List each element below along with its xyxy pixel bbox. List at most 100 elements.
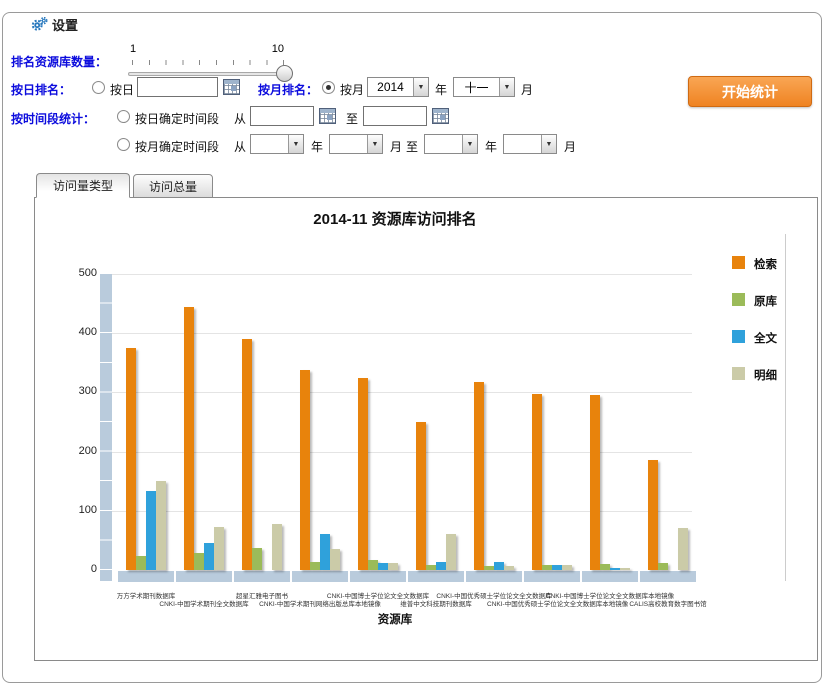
slider-track[interactable] [128, 72, 288, 76]
from-year-value [251, 135, 288, 153]
legend-swatch-全文 [732, 330, 745, 343]
bar-明细 [678, 528, 688, 570]
bar-全文 [378, 563, 388, 570]
tab-visit-type[interactable]: 访问量类型 [36, 173, 130, 198]
month-select-value: 十一 [454, 78, 499, 96]
legend-swatch-检索 [732, 256, 745, 269]
bar-明细 [504, 566, 514, 570]
y-tick-label: 100 [53, 504, 97, 516]
gridline [112, 333, 692, 334]
legend-label: 检索 [754, 256, 777, 272]
period-from-calendar-icon[interactable] [319, 108, 336, 124]
bar-全文 [610, 568, 620, 570]
bar-全文 [320, 534, 330, 570]
bar-明细 [156, 481, 166, 570]
groupbox-header: 设置 [25, 15, 84, 34]
by-day-radio-label[interactable]: 按日 [110, 81, 134, 98]
legend-swatch-明细 [732, 367, 745, 380]
year-unit-label: 年 [435, 81, 447, 98]
start-statistics-button[interactable]: 开始统计 [688, 76, 812, 107]
by-day-radio[interactable] [92, 81, 105, 94]
bar-明细 [272, 524, 282, 570]
period-stats-label: 按时间段统计： [11, 110, 95, 127]
y-tick-label: 300 [53, 385, 97, 397]
from-month-select[interactable]: ▼ [329, 134, 383, 154]
by-month-radio[interactable] [322, 81, 335, 94]
bar-明细 [388, 563, 398, 570]
y-axis-band [100, 274, 112, 581]
bar-明细 [330, 549, 340, 570]
x-category-label: CALIS高校教育数字图书馆 [603, 598, 733, 608]
to-year-select[interactable]: ▼ [424, 134, 478, 154]
slider-handle[interactable] [276, 65, 293, 82]
bar-原库 [542, 565, 552, 570]
period-from-date-input[interactable] [250, 106, 314, 126]
chevron-down-icon[interactable]: ▼ [541, 135, 556, 153]
period-by-month-radio-label[interactable]: 按月确定时间段 [135, 138, 219, 155]
gridline [112, 392, 692, 393]
bar-明细 [446, 534, 456, 570]
to-month-value [504, 135, 541, 153]
gridline [112, 274, 692, 275]
period-by-day-radio-label[interactable]: 按日确定时间段 [135, 110, 219, 127]
x-axis-band-segment [292, 571, 348, 582]
bar-检索 [300, 370, 310, 570]
year-select-value: 2014 [368, 78, 413, 96]
chevron-down-icon[interactable]: ▼ [413, 78, 428, 96]
chart-title: 2014-11 资源库访问排名 [35, 208, 755, 229]
bar-原库 [136, 556, 146, 570]
bar-全文 [552, 565, 562, 570]
to-month-select[interactable]: ▼ [503, 134, 557, 154]
gear-icon [31, 17, 48, 32]
daily-date-input[interactable] [137, 77, 218, 97]
bar-明细 [214, 527, 224, 570]
period-by-month-radio[interactable] [117, 138, 130, 151]
x-axis-band-segment [582, 571, 638, 582]
chevron-down-icon[interactable]: ▼ [462, 135, 477, 153]
chevron-down-icon[interactable]: ▼ [288, 135, 303, 153]
year-select[interactable]: 2014 ▼ [367, 77, 429, 97]
legend-label: 明细 [754, 367, 777, 383]
tab-visit-total[interactable]: 访问总量 [133, 174, 213, 198]
bar-原库 [310, 562, 320, 570]
to-year-value [425, 135, 462, 153]
period-to-calendar-icon[interactable] [432, 108, 449, 124]
from-year-select[interactable]: ▼ [250, 134, 304, 154]
to-label: 至 [346, 110, 358, 127]
bar-全文 [204, 543, 214, 570]
resource-count-label: 排名资源库数量： [11, 53, 107, 70]
bar-原库 [658, 563, 668, 570]
by-month-radio-label[interactable]: 按月 [340, 81, 364, 98]
settings-groupbox: 设置 排名资源库数量： 1 10 按日排名： 按日 按月排名： 按月 2014 … [2, 12, 822, 683]
bar-原库 [252, 548, 262, 570]
bar-全文 [436, 562, 446, 570]
period-by-day-radio[interactable] [117, 110, 130, 123]
bar-检索 [184, 307, 194, 570]
bar-全文 [146, 491, 156, 570]
period-to-date-input[interactable] [363, 106, 427, 126]
chevron-down-icon[interactable]: ▼ [367, 135, 382, 153]
y-tick-label: 400 [53, 326, 97, 338]
x-axis-title: 资源库 [35, 611, 755, 627]
chevron-down-icon[interactable]: ▼ [499, 78, 514, 96]
x-axis-band-segment [466, 571, 522, 582]
to-label: 至 [406, 138, 418, 155]
month-unit-label: 月 [564, 138, 576, 155]
x-axis-band-segment [350, 571, 406, 582]
bar-检索 [358, 378, 368, 570]
x-axis-band-segment [408, 571, 464, 582]
month-select[interactable]: 十一 ▼ [453, 77, 515, 97]
bar-检索 [648, 460, 658, 570]
monthly-rank-label: 按月排名： [258, 81, 318, 98]
y-tick-label: 0 [53, 563, 97, 575]
legend-swatch-原库 [732, 293, 745, 306]
bar-原库 [426, 565, 436, 570]
from-month-value [330, 135, 367, 153]
bar-检索 [416, 422, 426, 570]
bar-检索 [590, 395, 600, 570]
gridline [112, 511, 692, 512]
daily-date-calendar-icon[interactable] [223, 79, 240, 95]
slider-ticks [132, 60, 284, 65]
bar-原库 [194, 553, 204, 570]
bar-检索 [126, 348, 136, 570]
